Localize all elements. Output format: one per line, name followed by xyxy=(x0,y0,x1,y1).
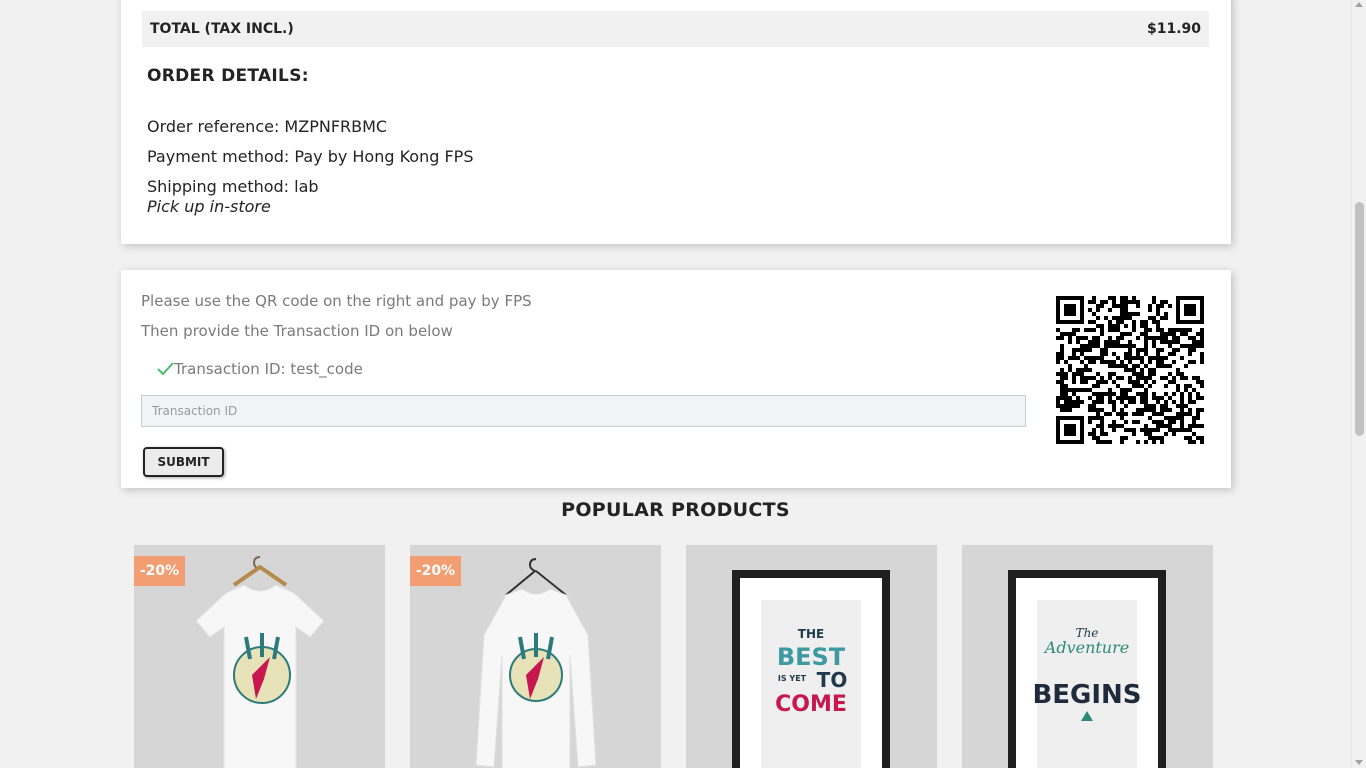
product-card-tshirt[interactable]: -20% xyxy=(134,545,385,768)
shipping-method: Shipping method: lab xyxy=(147,177,319,196)
transaction-id-input[interactable] xyxy=(141,395,1026,427)
order-details-title: ORDER DETAILS: xyxy=(147,66,309,86)
transaction-status: Transaction ID: test_code xyxy=(157,360,363,378)
payment-method: Payment method: Pay by Hong Kong FPS xyxy=(147,147,474,166)
product-card-poster-adventure[interactable]: The Adventure BEGINS xyxy=(962,545,1213,768)
fps-payment-card: Please use the QR code on the right and … xyxy=(121,270,1231,488)
order-confirmation-card: TOTAL (TAX INCL.) $11.90 ORDER DETAILS: … xyxy=(121,0,1231,244)
submit-button[interactable]: SUBMIT xyxy=(143,447,224,477)
total-row: TOTAL (TAX INCL.) $11.90 xyxy=(142,11,1209,47)
scrollbar-thumb[interactable] xyxy=(1355,202,1364,436)
poster-text-the: THE xyxy=(798,627,824,641)
shipping-note: Pick up in-store xyxy=(147,197,271,216)
payment-instruction-2: Then provide the Transaction ID on below xyxy=(141,322,453,340)
transaction-status-text: Transaction ID: test_code xyxy=(174,360,363,378)
poster-text-begins: BEGINS xyxy=(1032,680,1141,710)
poster-text-is-yet: IS YET xyxy=(778,674,807,683)
total-value: $11.90 xyxy=(1146,21,1201,37)
page-scrollbar[interactable] xyxy=(1351,0,1366,768)
payment-instruction-1: Please use the QR code on the right and … xyxy=(141,292,532,310)
scroll-down-icon[interactable] xyxy=(1355,760,1363,765)
poster-adventure-image: The Adventure BEGINS xyxy=(962,545,1213,768)
discount-badge: -20% xyxy=(134,556,185,586)
discount-badge: -20% xyxy=(410,556,461,586)
fps-qr-code-image xyxy=(1056,296,1204,444)
total-label: TOTAL (TAX INCL.) xyxy=(150,21,294,37)
poster-text-adventure: Adventure xyxy=(1043,638,1129,657)
poster-best-image: THE BEST IS YET TO COME xyxy=(686,545,937,768)
scroll-up-icon[interactable] xyxy=(1355,2,1363,7)
poster-text-to: TO xyxy=(817,668,848,692)
product-card-sweater[interactable]: -20% xyxy=(410,545,661,768)
poster-text-best: BEST xyxy=(777,643,846,671)
order-reference: Order reference: MZPNFRBMC xyxy=(147,117,388,136)
check-icon xyxy=(157,362,174,376)
poster-text-come: COME xyxy=(775,692,847,717)
product-card-poster-best[interactable]: THE BEST IS YET TO COME xyxy=(686,545,937,768)
popular-products-title: POPULAR PRODUCTS xyxy=(561,499,790,521)
